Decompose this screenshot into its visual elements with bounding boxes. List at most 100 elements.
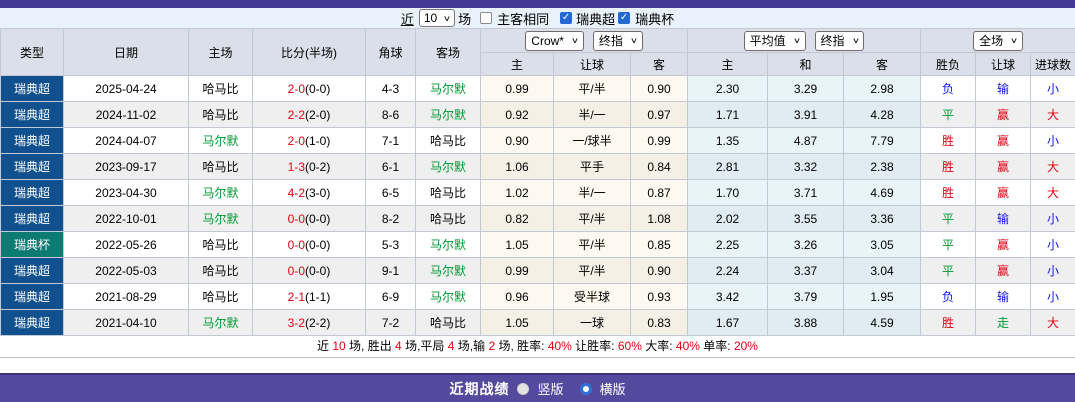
cell-result: 平 — [920, 101, 977, 128]
cell-handicap-away-odds: 0.93 — [630, 283, 688, 310]
cell-date: 2025-04-24 — [63, 75, 189, 102]
cell-handicap-result: 赢 — [975, 257, 1032, 284]
cell-league-type: 瑞典超 — [0, 309, 64, 336]
cell-europe-away-odds: 2.98 — [842, 75, 922, 102]
cell-away-team: 马尔默 — [415, 75, 481, 102]
average-dropdown[interactable]: 平均值 ∨ — [743, 30, 806, 51]
cell-handicap-result: 赢 — [975, 231, 1032, 258]
chevron-down-icon: ∨ — [851, 36, 860, 45]
table-body: 瑞典超 2025-04-24 哈马比 2-0(0-0) 4-3 马尔默 0.99 平/半 0.9… — [0, 75, 1075, 336]
table-row: 瑞典超 2023-04-30 马尔默 4-2(3-0) 6-5 哈马比 1.02 半/一 0.8… — [0, 179, 1075, 206]
cell-goals-result: 小 — [1030, 283, 1075, 310]
games-label: 场 — [458, 11, 472, 27]
table-row: 瑞典超 2023-09-17 哈马比 1-3(0-2) 6-1 马尔默 1.06 平手 0.84… — [0, 153, 1075, 180]
cell-league-type: 瑞典超 — [0, 283, 64, 310]
cell-handicap-line: 平/半 — [553, 231, 631, 258]
cell-handicap-line: 平/半 — [553, 257, 631, 284]
recent-count-select[interactable]: 10 ∨ — [418, 9, 456, 27]
layout-vertical-radio[interactable] — [517, 382, 530, 395]
check-icon: ✓ — [619, 12, 629, 23]
cell-handicap-home-odds: 0.90 — [480, 127, 554, 154]
cell-date: 2021-08-29 — [63, 283, 189, 310]
average-stage-dropdown[interactable]: 终指 ∨ — [814, 30, 865, 51]
cell-europe-draw-odds: 3.71 — [767, 179, 844, 206]
cell-result: 胜 — [920, 179, 977, 206]
cell-europe-home-odds: 1.67 — [687, 309, 768, 336]
average-stage-value: 终指 — [820, 34, 845, 48]
cell-europe-away-odds: 2.38 — [842, 153, 922, 180]
top-purple-bar — [0, 0, 1075, 8]
table-row: 瑞典超 2024-11-02 哈马比 2-2(2-0) 8-6 马尔默 0.92 半/一 0.9… — [0, 101, 1075, 128]
cell-score: 0-0(0-0) — [252, 257, 366, 284]
cell-date: 2023-04-30 — [63, 179, 189, 206]
scope-dropdown[interactable]: 全场 ∨ — [973, 30, 1023, 51]
league-cup-checkbox[interactable]: ✓ — [618, 12, 631, 24]
cell-home-team: 哈马比 — [188, 101, 253, 128]
summary-part: 4 — [395, 339, 402, 353]
odds-company-dropdown[interactable]: Crow* ∨ — [525, 30, 584, 51]
cell-away-team: 马尔默 — [415, 153, 481, 180]
cell-handicap-result: 输 — [975, 283, 1032, 310]
header-score: 比分(半场) — [252, 28, 366, 76]
table-row: 瑞典超 2021-04-10 马尔默 3-2(2-2) 7-2 哈马比 1.05 一球 0.83… — [0, 309, 1075, 336]
cell-score: 4-2(3-0) — [252, 179, 366, 206]
cell-goals-result: 小 — [1030, 205, 1075, 232]
cell-date: 2024-04-07 — [63, 127, 189, 154]
cell-home-team: 哈马比 — [188, 231, 253, 258]
layout-vertical-label[interactable]: 竖版 — [537, 379, 563, 398]
summary-part: 单率: — [699, 339, 734, 353]
cell-europe-away-odds: 7.79 — [842, 127, 922, 154]
cell-result: 平 — [920, 205, 977, 232]
odds-company-value: Crow* — [531, 33, 564, 48]
cell-europe-away-odds: 4.59 — [842, 309, 922, 336]
cell-europe-away-odds: 3.05 — [842, 231, 922, 258]
average-value: 平均值 — [749, 34, 786, 48]
layout-horizontal-label[interactable]: 横版 — [600, 379, 626, 398]
cell-europe-home-odds: 2.24 — [687, 257, 768, 284]
footer-bar: 近期战绩 竖版 横版 — [0, 373, 1075, 402]
header-date: 日期 — [63, 28, 189, 76]
cell-league-type: 瑞典超 — [0, 153, 64, 180]
cell-corners: 7-1 — [365, 127, 416, 154]
league-cup-label[interactable]: 瑞典杯 — [635, 9, 674, 28]
cell-goals-result: 大 — [1030, 153, 1075, 180]
cell-away-team: 马尔默 — [415, 283, 481, 310]
odds-stage-dropdown[interactable]: 终指 ∨ — [592, 30, 643, 51]
cell-score: 2-2(2-0) — [252, 101, 366, 128]
cell-handicap-line: 半/一 — [553, 179, 631, 206]
cell-home-team: 马尔默 — [188, 309, 253, 336]
cell-handicap-home-odds: 0.92 — [480, 101, 554, 128]
recent-link[interactable]: 近 — [401, 9, 414, 28]
cell-europe-home-odds: 2.02 — [687, 205, 768, 232]
summary-part: 场, 胜率: — [495, 339, 548, 353]
cell-away-team: 马尔默 — [415, 101, 481, 128]
table-row: 瑞典超 2024-04-07 马尔默 2-0(1-0) 7-1 哈马比 0.90 一/球半 0.… — [0, 127, 1075, 154]
league-super-label[interactable]: 瑞典超 — [576, 9, 615, 28]
cell-away-team: 哈马比 — [415, 205, 481, 232]
subheader-result: 胜负 — [920, 52, 977, 76]
cell-handicap-home-odds: 1.02 — [480, 179, 554, 206]
cell-league-type: 瑞典超 — [0, 179, 64, 206]
spacer — [0, 358, 1075, 373]
summary-part: 大率: — [641, 339, 676, 353]
cell-league-type: 瑞典超 — [0, 257, 64, 284]
cell-handicap-away-odds: 0.85 — [630, 231, 688, 258]
subheader-handicap-home: 主 — [480, 52, 554, 76]
cell-handicap-line: 受半球 — [553, 283, 631, 310]
cell-corners: 6-9 — [365, 283, 416, 310]
cell-date: 2022-05-26 — [63, 231, 189, 258]
cell-score: 1-3(0-2) — [252, 153, 366, 180]
table-row: 瑞典超 2021-08-29 哈马比 2-1(1-1) 6-9 马尔默 0.96 受半球 0.9… — [0, 283, 1075, 310]
cell-score: 2-0(1-0) — [252, 127, 366, 154]
cell-europe-home-odds: 1.71 — [687, 101, 768, 128]
league-super-checkbox[interactable]: ✓ — [560, 12, 573, 24]
chevron-down-icon: ∨ — [443, 13, 452, 23]
footer-title: 近期战绩 — [449, 380, 510, 397]
layout-horizontal-radio[interactable] — [579, 382, 592, 395]
cell-handicap-result: 赢 — [975, 101, 1032, 128]
cell-europe-draw-odds: 3.55 — [767, 205, 844, 232]
cell-corners: 6-5 — [365, 179, 416, 206]
same-venue-label[interactable]: 主客相同 — [497, 9, 549, 28]
same-venue-checkbox[interactable] — [480, 12, 493, 24]
cell-handicap-line: 一/球半 — [553, 127, 631, 154]
